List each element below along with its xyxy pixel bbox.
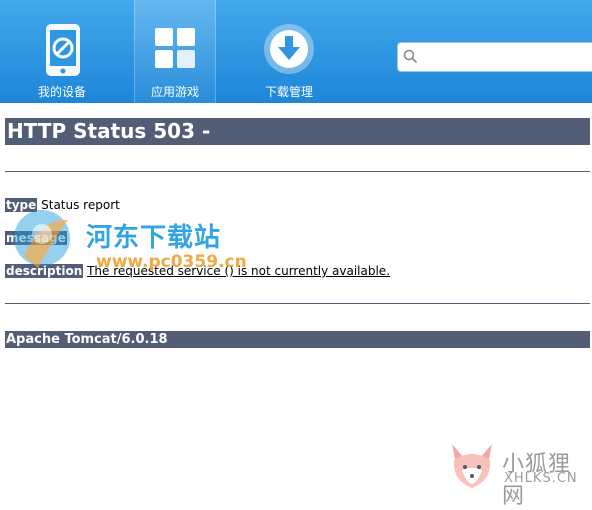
fox-logo-icon — [452, 444, 492, 488]
watermark-url: XHLKS.CN — [504, 471, 578, 486]
phone-icon — [46, 24, 80, 76]
toolbar-item-apps-games[interactable]: 应用游戏 — [134, 0, 216, 103]
search-box[interactable] — [397, 42, 592, 72]
divider — [5, 171, 590, 172]
search-icon — [403, 49, 418, 64]
toolbar-item-label: 我的设备 — [37, 85, 86, 99]
toolbar-item-downloads[interactable]: 下载管理 — [249, 0, 329, 103]
app-toolbar: 我的设备 应用游戏 下载管理 — [0, 0, 592, 103]
page-title: HTTP Status 503 - — [5, 118, 590, 145]
apps-grid-icon — [155, 28, 195, 68]
divider — [5, 303, 590, 304]
toolbar-item-label: 应用游戏 — [150, 85, 199, 99]
toolbar-item-label: 下载管理 — [264, 85, 313, 99]
watermark-logo-icon — [14, 210, 70, 268]
watermark-text: 河东下载站 — [86, 223, 222, 253]
server-version-footer: Apache Tomcat/6.0.18 — [5, 331, 590, 348]
toolbar-item-my-device[interactable]: 我的设备 — [22, 0, 102, 103]
search-input[interactable] — [422, 47, 586, 67]
download-icon — [264, 24, 314, 74]
watermark-url: www.pc0359.cn — [96, 252, 247, 272]
